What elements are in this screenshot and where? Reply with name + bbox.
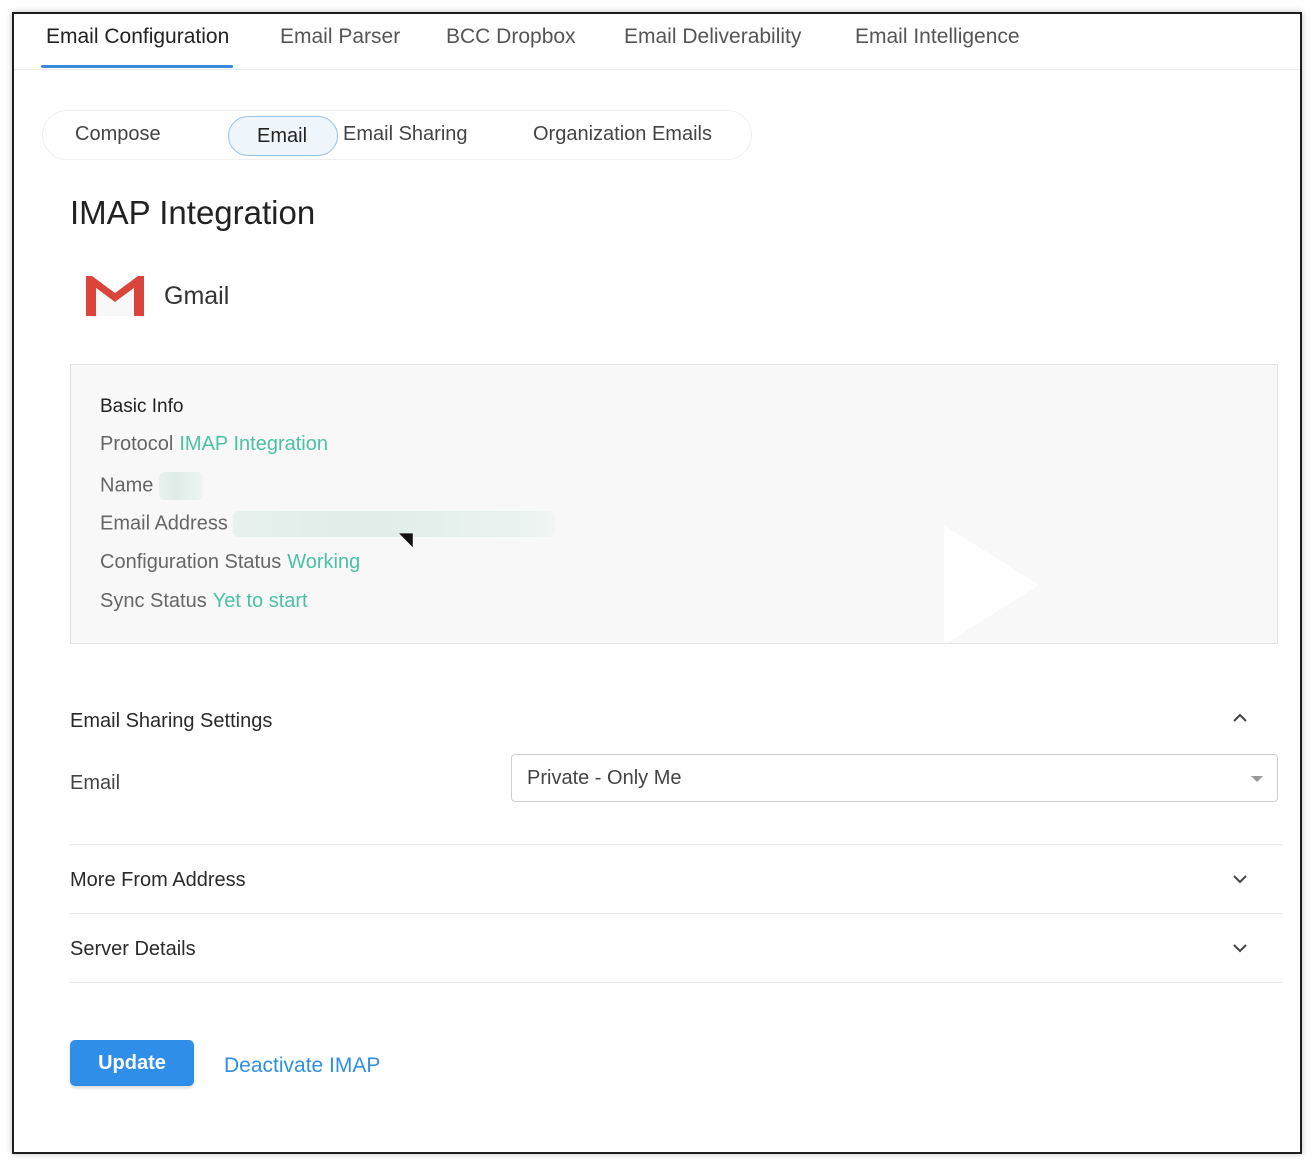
top-tab-bar: Email Configuration Email Parser BCC Dro…	[14, 14, 1300, 70]
mouse-cursor-icon: ◥	[399, 529, 413, 549]
configuration-status-label: Configuration Status	[100, 551, 282, 573]
redacted-email	[233, 511, 556, 537]
video-play-overlay-icon	[944, 525, 1039, 643]
basic-info-heading: Basic Info	[100, 396, 184, 417]
provider-name: Gmail	[164, 282, 230, 310]
email-sharing-selected-value: Private - Only Me	[527, 767, 682, 789]
tab-email-configuration[interactable]: Email Configuration	[46, 25, 229, 49]
protocol-value: IMAP Integration	[179, 433, 328, 455]
name-row: Name	[100, 472, 203, 500]
protocol-label: Protocol	[100, 433, 174, 455]
subtab-email[interactable]: Email	[228, 116, 338, 156]
sub-tab-bar: Compose Email Email Sharing Organization…	[42, 110, 752, 160]
basic-info-panel: Basic Info Protocol IMAP Integration Name…	[70, 364, 1278, 644]
sync-status-label: Sync Status	[100, 590, 207, 612]
app-window: Email Configuration Email Parser BCC Dro…	[12, 12, 1302, 1154]
chevron-down-icon[interactable]	[1230, 869, 1250, 889]
tab-bcc-dropbox[interactable]: BCC Dropbox	[446, 25, 576, 49]
caret-down-icon	[1251, 776, 1263, 782]
tab-email-intelligence[interactable]: Email Intelligence	[855, 25, 1020, 49]
email-sharing-select[interactable]: Private - Only Me	[511, 754, 1278, 802]
page-title: IMAP Integration	[70, 194, 316, 231]
deactivate-imap-link[interactable]: Deactivate IMAP	[224, 1054, 380, 1078]
sync-status-row: Sync Status Yet to start	[100, 590, 308, 613]
more-from-address-title[interactable]: More From Address	[70, 869, 246, 892]
configuration-status-row: Configuration Status Working	[100, 551, 360, 574]
gmail-logo-icon	[82, 270, 148, 320]
active-tab-indicator	[41, 65, 233, 68]
redacted-name	[158, 472, 203, 500]
email-sharing-field-label: Email	[70, 772, 121, 794]
tab-email-deliverability[interactable]: Email Deliverability	[624, 25, 801, 49]
email-address-label: Email Address	[100, 512, 228, 535]
divider	[70, 982, 1282, 983]
chevron-up-icon[interactable]	[1230, 708, 1250, 728]
update-button[interactable]: Update	[70, 1040, 194, 1086]
sync-status-value: Yet to start	[212, 590, 308, 612]
configuration-status-value: Working	[287, 551, 361, 573]
email-address-row: Email Address	[100, 511, 556, 537]
tab-email-parser[interactable]: Email Parser	[280, 25, 400, 49]
subtab-organization-emails[interactable]: Organization Emails	[533, 123, 712, 146]
protocol-row: Protocol IMAP Integration	[100, 433, 328, 456]
email-sharing-settings-title: Email Sharing Settings	[70, 710, 273, 732]
chevron-down-icon[interactable]	[1230, 938, 1250, 958]
subtab-email-sharing[interactable]: Email Sharing	[343, 123, 468, 146]
divider	[70, 844, 1282, 845]
server-details-title[interactable]: Server Details	[70, 938, 196, 961]
subtab-compose[interactable]: Compose	[75, 123, 161, 146]
divider	[70, 913, 1282, 914]
name-label: Name	[100, 474, 154, 497]
